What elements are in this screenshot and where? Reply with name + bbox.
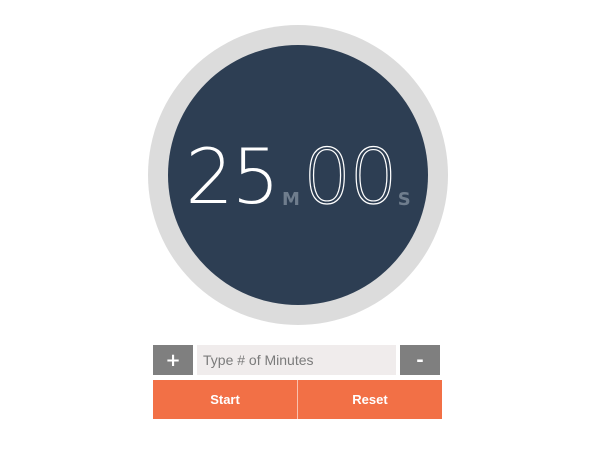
time-readout: 25 M 00 S — [148, 25, 448, 325]
decrement-button[interactable]: - — [400, 345, 440, 375]
timer-controls: + - Start Reset — [153, 345, 442, 419]
increment-button[interactable]: + — [153, 345, 193, 375]
minutes-input[interactable] — [197, 345, 396, 375]
start-button[interactable]: Start — [153, 380, 297, 419]
minutes-value: 25 — [185, 132, 280, 221]
timer-display: 25 M 00 S — [148, 25, 448, 325]
action-row: Start Reset — [153, 380, 442, 419]
minutes-row: + - — [153, 345, 442, 375]
seconds-unit-label: S — [397, 188, 411, 210]
reset-button[interactable]: Reset — [298, 380, 442, 419]
minutes-unit-label: M — [282, 188, 300, 210]
seconds-value: 00 — [302, 132, 398, 221]
